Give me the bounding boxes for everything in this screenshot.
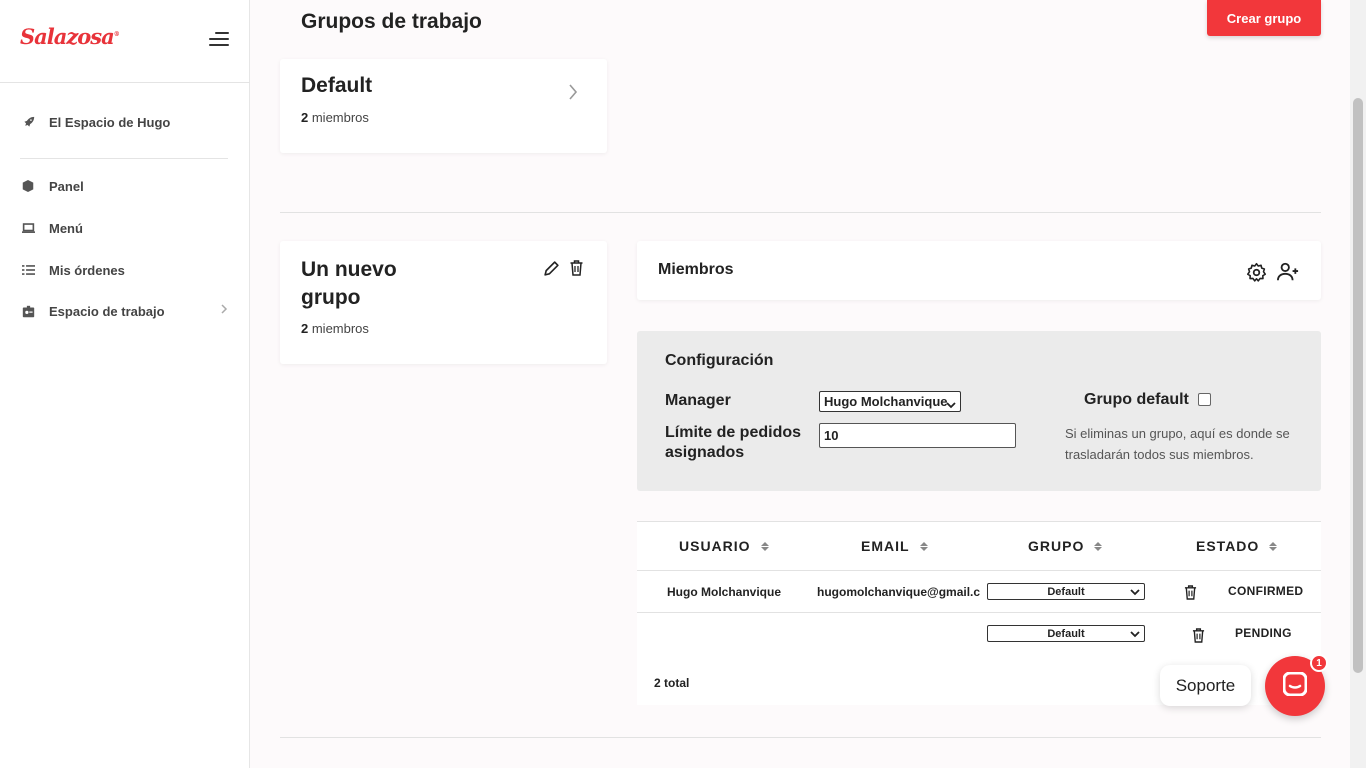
default-group-label: Grupo default bbox=[1084, 391, 1189, 408]
table-divider bbox=[637, 612, 1321, 613]
sidebar-item-panel[interactable]: Panel bbox=[20, 174, 230, 198]
manager-select-value: Hugo Molchanvique bbox=[824, 394, 948, 409]
table-total: 2 total bbox=[654, 676, 690, 690]
add-user-icon[interactable] bbox=[1277, 261, 1299, 288]
row-group-select[interactable]: Default bbox=[987, 583, 1145, 600]
row-group-select-value: Default bbox=[1047, 585, 1085, 598]
sort-icon bbox=[1094, 541, 1103, 551]
id-badge-icon bbox=[20, 303, 36, 319]
row-group-select[interactable]: Default bbox=[987, 625, 1145, 642]
cell-email: hugomolchanvique@gmail.com bbox=[817, 585, 980, 599]
column-header-user[interactable]: USUARIO bbox=[679, 538, 769, 554]
default-group-hint: Si eliminas un grupo, aquí es donde se t… bbox=[1065, 426, 1290, 462]
sidebar: Salazosa® El Espacio de Hugo Panel Menú … bbox=[0, 0, 250, 768]
sidebar-item-workspace[interactable]: El Espacio de Hugo bbox=[20, 110, 230, 134]
sidebar-item-workspace-settings[interactable]: Espacio de trabajo bbox=[20, 299, 230, 323]
laptop-icon bbox=[20, 220, 36, 236]
trash-icon[interactable] bbox=[1184, 585, 1197, 605]
sort-icon bbox=[1269, 541, 1278, 551]
rocket-icon bbox=[20, 114, 36, 130]
config-title: Configuración bbox=[665, 352, 774, 369]
table-divider bbox=[637, 521, 1321, 522]
trash-icon[interactable] bbox=[569, 260, 584, 281]
sidebar-item-label: El Espacio de Hugo bbox=[49, 114, 171, 130]
sidebar-divider bbox=[0, 82, 250, 83]
page-title: Grupos de trabajo bbox=[301, 10, 482, 33]
column-header-email[interactable]: EMAIL bbox=[861, 538, 928, 554]
default-group-checkbox[interactable] bbox=[1198, 393, 1211, 406]
chevron-down-icon bbox=[1130, 629, 1140, 641]
chat-icon bbox=[1282, 671, 1308, 701]
notification-badge: 1 bbox=[1310, 654, 1328, 672]
chevron-down-icon bbox=[946, 397, 956, 412]
edit-icon[interactable] bbox=[543, 260, 560, 282]
table-divider bbox=[637, 570, 1321, 571]
column-header-group[interactable]: GRUPO bbox=[1028, 538, 1103, 554]
group-configuration-panel: Configuración Manager Hugo Molchanvique … bbox=[637, 331, 1321, 491]
settings-gear-icon[interactable] bbox=[1246, 262, 1267, 288]
chevron-right-icon bbox=[220, 303, 228, 318]
menu-toggle-icon[interactable] bbox=[209, 32, 229, 46]
group-card-new-group[interactable]: Un nuevo grupo 2 miembros bbox=[280, 241, 607, 364]
list-icon bbox=[20, 262, 36, 278]
limit-label: Límite de pedidos asignados bbox=[665, 424, 802, 461]
group-card-default[interactable]: Default 2 miembros bbox=[280, 59, 607, 153]
group-name: Default bbox=[301, 74, 373, 97]
create-group-button[interactable]: Crear grupo bbox=[1207, 0, 1321, 36]
status-badge: PENDING bbox=[1235, 626, 1292, 640]
scrollbar-thumb[interactable] bbox=[1353, 98, 1363, 673]
sidebar-divider bbox=[20, 158, 228, 159]
group-name: Un nuevo grupo bbox=[301, 258, 397, 309]
members-header: Miembros bbox=[637, 241, 1321, 300]
sort-icon bbox=[919, 541, 928, 551]
sidebar-item-label: Menú bbox=[49, 220, 83, 236]
section-divider bbox=[280, 737, 1321, 738]
sidebar-item-label: Espacio de trabajo bbox=[49, 303, 165, 319]
section-divider bbox=[280, 212, 1321, 213]
order-limit-input[interactable]: 10 bbox=[819, 423, 1016, 448]
sidebar-item-menu[interactable]: Menú bbox=[20, 216, 230, 240]
group-member-count: 2 miembros bbox=[301, 110, 369, 125]
sort-icon bbox=[760, 541, 769, 551]
trash-icon[interactable] bbox=[1192, 628, 1205, 648]
support-label[interactable]: Soporte bbox=[1160, 665, 1251, 706]
brand-logo[interactable]: Salazosa® bbox=[20, 24, 120, 49]
group-member-count: 2 miembros bbox=[301, 321, 369, 336]
chevron-down-icon bbox=[1130, 587, 1140, 599]
sidebar-item-orders[interactable]: Mis órdenes bbox=[20, 258, 230, 282]
chevron-right-icon[interactable] bbox=[568, 83, 578, 106]
column-header-status[interactable]: ESTADO bbox=[1196, 538, 1278, 554]
manager-label: Manager bbox=[665, 392, 731, 409]
manager-select[interactable]: Hugo Molchanvique bbox=[819, 391, 961, 412]
box-icon bbox=[20, 178, 36, 194]
members-title: Miembros bbox=[658, 261, 734, 278]
status-badge: CONFIRMED bbox=[1228, 584, 1304, 598]
cell-user: Hugo Molchanvique bbox=[667, 585, 781, 599]
row-group-select-value: Default bbox=[1047, 627, 1085, 640]
sidebar-item-label: Panel bbox=[49, 178, 84, 194]
sidebar-item-label: Mis órdenes bbox=[49, 262, 125, 278]
